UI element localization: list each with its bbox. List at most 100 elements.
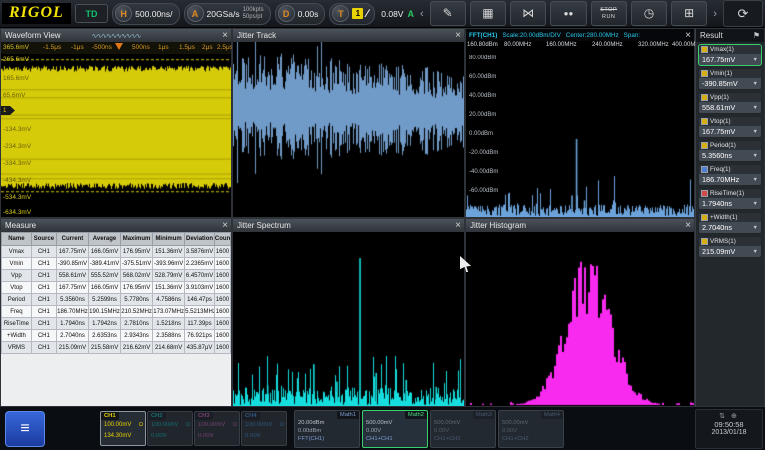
close-icon[interactable]: ×: [222, 219, 228, 232]
display-apps-button[interactable]: ⊞: [671, 1, 707, 26]
acquire-key-icon[interactable]: A: [187, 5, 204, 22]
channel3-badge[interactable]: CH3 100.00mV Ω 0.00V: [194, 411, 240, 446]
history-button[interactable]: ◷: [631, 1, 667, 26]
chevron-down-icon[interactable]: ▼: [753, 105, 758, 111]
menu-icon: ≡: [20, 420, 29, 438]
col-header: Count: [214, 233, 230, 246]
table-row[interactable]: VRMSCH1215.09mV215.58mV216.62mV214.68mV4…: [2, 342, 231, 354]
trigger-status-button[interactable]: TD: [75, 4, 108, 23]
time-tick: 1.5μs: [179, 44, 195, 51]
table-row[interactable]: +WidthCH12.7040ns2.6353ns2.9343ns2.3588n…: [2, 330, 231, 342]
jitter-track-header[interactable]: Jitter Track ×: [233, 29, 464, 42]
table-row[interactable]: RiseTimeCH11.7940ns1.7942ns2.7810ns1.521…: [2, 318, 231, 330]
fft-plot[interactable]: 80.00dBm 60.00dBm 40.00dBm 20.00dBm 0.00…: [466, 51, 694, 217]
table-row[interactable]: VtopCH1167.75mV166.05mV176.95mV151.36mV3…: [2, 282, 231, 294]
jitter-spectrum-header[interactable]: Jitter Spectrum ×: [233, 219, 464, 232]
close-icon[interactable]: ×: [455, 29, 461, 42]
main-menu-button[interactable]: ≡: [5, 411, 45, 447]
chevron-down-icon[interactable]: ▼: [753, 225, 758, 231]
pin-icon[interactable]: ⚑: [753, 31, 760, 40]
table-cell: 186.70MHz: [56, 306, 88, 318]
math3-badge[interactable]: Math3 500.00mV 0.00V CH1+CH2: [430, 410, 496, 448]
table-cell: Vmax: [2, 246, 32, 258]
waveform-plot[interactable]: 265.6mV 165.6mV 65.6mV 1 -134.3mV -234.3…: [1, 54, 231, 217]
table-cell: Vmin: [2, 258, 32, 270]
chevron-down-icon[interactable]: ▼: [753, 153, 758, 159]
table-cell: 167.75mV: [56, 282, 88, 294]
close-icon[interactable]: ×: [685, 219, 691, 232]
jitter-histogram-plot[interactable]: [466, 232, 694, 406]
chevron-down-icon[interactable]: ▼: [753, 81, 758, 87]
channel2-offset: 0.00V: [151, 433, 167, 439]
eye-diagram-button[interactable]: ⋈: [510, 1, 546, 26]
measurement-type-icon: [701, 46, 708, 53]
table-row[interactable]: VppCH1558.61mV555.52mV568.02mV528.79mV6.…: [2, 270, 231, 282]
channel2-badge[interactable]: CH2 100.00mV Ω 0.00V: [147, 411, 193, 446]
fft-header[interactable]: FFT(CH1) Scale:20.00dBm/DIV Center:280.0…: [466, 29, 694, 41]
trigger-control[interactable]: T 1 ∕: [329, 3, 375, 25]
result-item[interactable]: Vmax(1) 167.75mV ▼: [698, 44, 762, 66]
result-item[interactable]: Vpp(1) 558.61mV ▼: [698, 92, 762, 114]
chevron-down-icon[interactable]: ▼: [753, 249, 758, 255]
table-row[interactable]: VmaxCH1167.75mV166.05mV176.95mV151.36mV3…: [2, 246, 231, 258]
result-header: Result ⚑: [696, 29, 764, 42]
table-cell: 2.9343ns: [121, 330, 153, 342]
table-cell: 3.9103mV: [185, 282, 215, 294]
jitter-track-plot[interactable]: [233, 42, 464, 217]
chevron-down-icon[interactable]: ▼: [753, 177, 758, 183]
auto-setup-button[interactable]: ⟳: [723, 0, 763, 27]
table-cell: 214.68mV: [153, 342, 185, 354]
table-row[interactable]: PeriodCH15.3560ns5.2599ns5.7780ns4.7586n…: [2, 294, 231, 306]
cursor-tool-button[interactable]: ✎: [430, 1, 466, 26]
math3-operation: CH1+CH2: [434, 436, 461, 442]
math2-badge[interactable]: Math2 500.00mV 0.00V CH1+CH1: [362, 410, 428, 448]
freq-tick: 240.00MHz: [592, 42, 623, 48]
chevron-down-icon[interactable]: ▼: [753, 57, 758, 63]
col-header: Current: [56, 233, 88, 246]
table-cell: CH1: [31, 258, 56, 270]
col-header: Source: [31, 233, 56, 246]
table-row[interactable]: VminCH1-390.85mV-389.41mV-375.51mV-393.9…: [2, 258, 231, 270]
status-icons: ⇅ ⊕: [696, 412, 762, 420]
chevron-down-icon[interactable]: ▼: [753, 201, 758, 207]
result-item[interactable]: Vmin(1) -390.85mV ▼: [698, 68, 762, 90]
stop-run-button[interactable]: STOP RUN: [591, 1, 627, 26]
channel1-badge[interactable]: CH1 100.00mV Ω 134.30mV: [100, 411, 146, 446]
trigger-position-marker[interactable]: [115, 43, 123, 50]
table-cell: 5.3560ns: [56, 294, 88, 306]
jitter-histogram-header[interactable]: Jitter Histogram ×: [466, 219, 694, 232]
table-row[interactable]: FreqCH1186.70MHz190.15MHz210.52MHz173.07…: [2, 306, 231, 318]
math1-label: Math1: [337, 411, 359, 419]
trigger-key-icon[interactable]: T: [332, 5, 349, 22]
channel4-badge[interactable]: CH4 100.00mV Ω 0.00V: [241, 411, 287, 446]
time-tick: -500ns: [92, 44, 112, 51]
acquire-control[interactable]: A 20GSa/s 100kpts 50ps/pt: [184, 3, 271, 25]
result-item[interactable]: RiseTime(1) 1.7940ns ▼: [698, 188, 762, 210]
close-icon[interactable]: ×: [222, 29, 228, 42]
math4-badge[interactable]: Math4 500.00mV 0.00V CH1+CH2: [498, 410, 564, 448]
measure-header[interactable]: Measure ×: [1, 219, 231, 232]
jitter-spectrum-plot[interactable]: [233, 232, 464, 406]
toolbar-collapse-left-icon[interactable]: ‹: [418, 8, 426, 20]
result-item[interactable]: +Width(1) 2.7040ns ▼: [698, 212, 762, 234]
table-cell: -390.85mV: [56, 258, 88, 270]
histogram-tool-button[interactable]: ▦: [470, 1, 506, 26]
horizontal-scale-control[interactable]: H 500.00ns/: [112, 3, 179, 25]
chevron-down-icon[interactable]: ▼: [753, 129, 758, 135]
waveform-view-header[interactable]: Waveform View ∿∿∿∿∿∿∿∿∿∿ ×: [1, 29, 231, 42]
result-item[interactable]: Period(1) 5.3560ns ▼: [698, 140, 762, 162]
close-icon[interactable]: ×: [455, 219, 461, 232]
result-item[interactable]: Freq(1) 186.70MHz ▼: [698, 164, 762, 186]
toolbar-collapse-right-icon[interactable]: ›: [711, 8, 719, 20]
delay-key-icon[interactable]: D: [278, 5, 295, 22]
horizontal-key-icon[interactable]: H: [115, 5, 132, 22]
delay-control[interactable]: D 0.00s: [275, 3, 326, 25]
result-item[interactable]: Vtop(1) 167.75mV ▼: [698, 116, 762, 138]
col-header: Average: [89, 233, 121, 246]
result-item[interactable]: VRMS(1) 215.09mV ▼: [698, 236, 762, 258]
result-label: Freq(1): [710, 166, 731, 173]
time-axis: 365.6mV -1.5μs -1μs -500ns 500ns 1μs 1.5…: [1, 42, 231, 54]
table-cell: 568.02mV: [121, 270, 153, 282]
search-button[interactable]: ●●: [550, 1, 586, 26]
math1-badge[interactable]: Math1 20.00dBm 0.00dBm FFT(CH1): [294, 410, 360, 448]
